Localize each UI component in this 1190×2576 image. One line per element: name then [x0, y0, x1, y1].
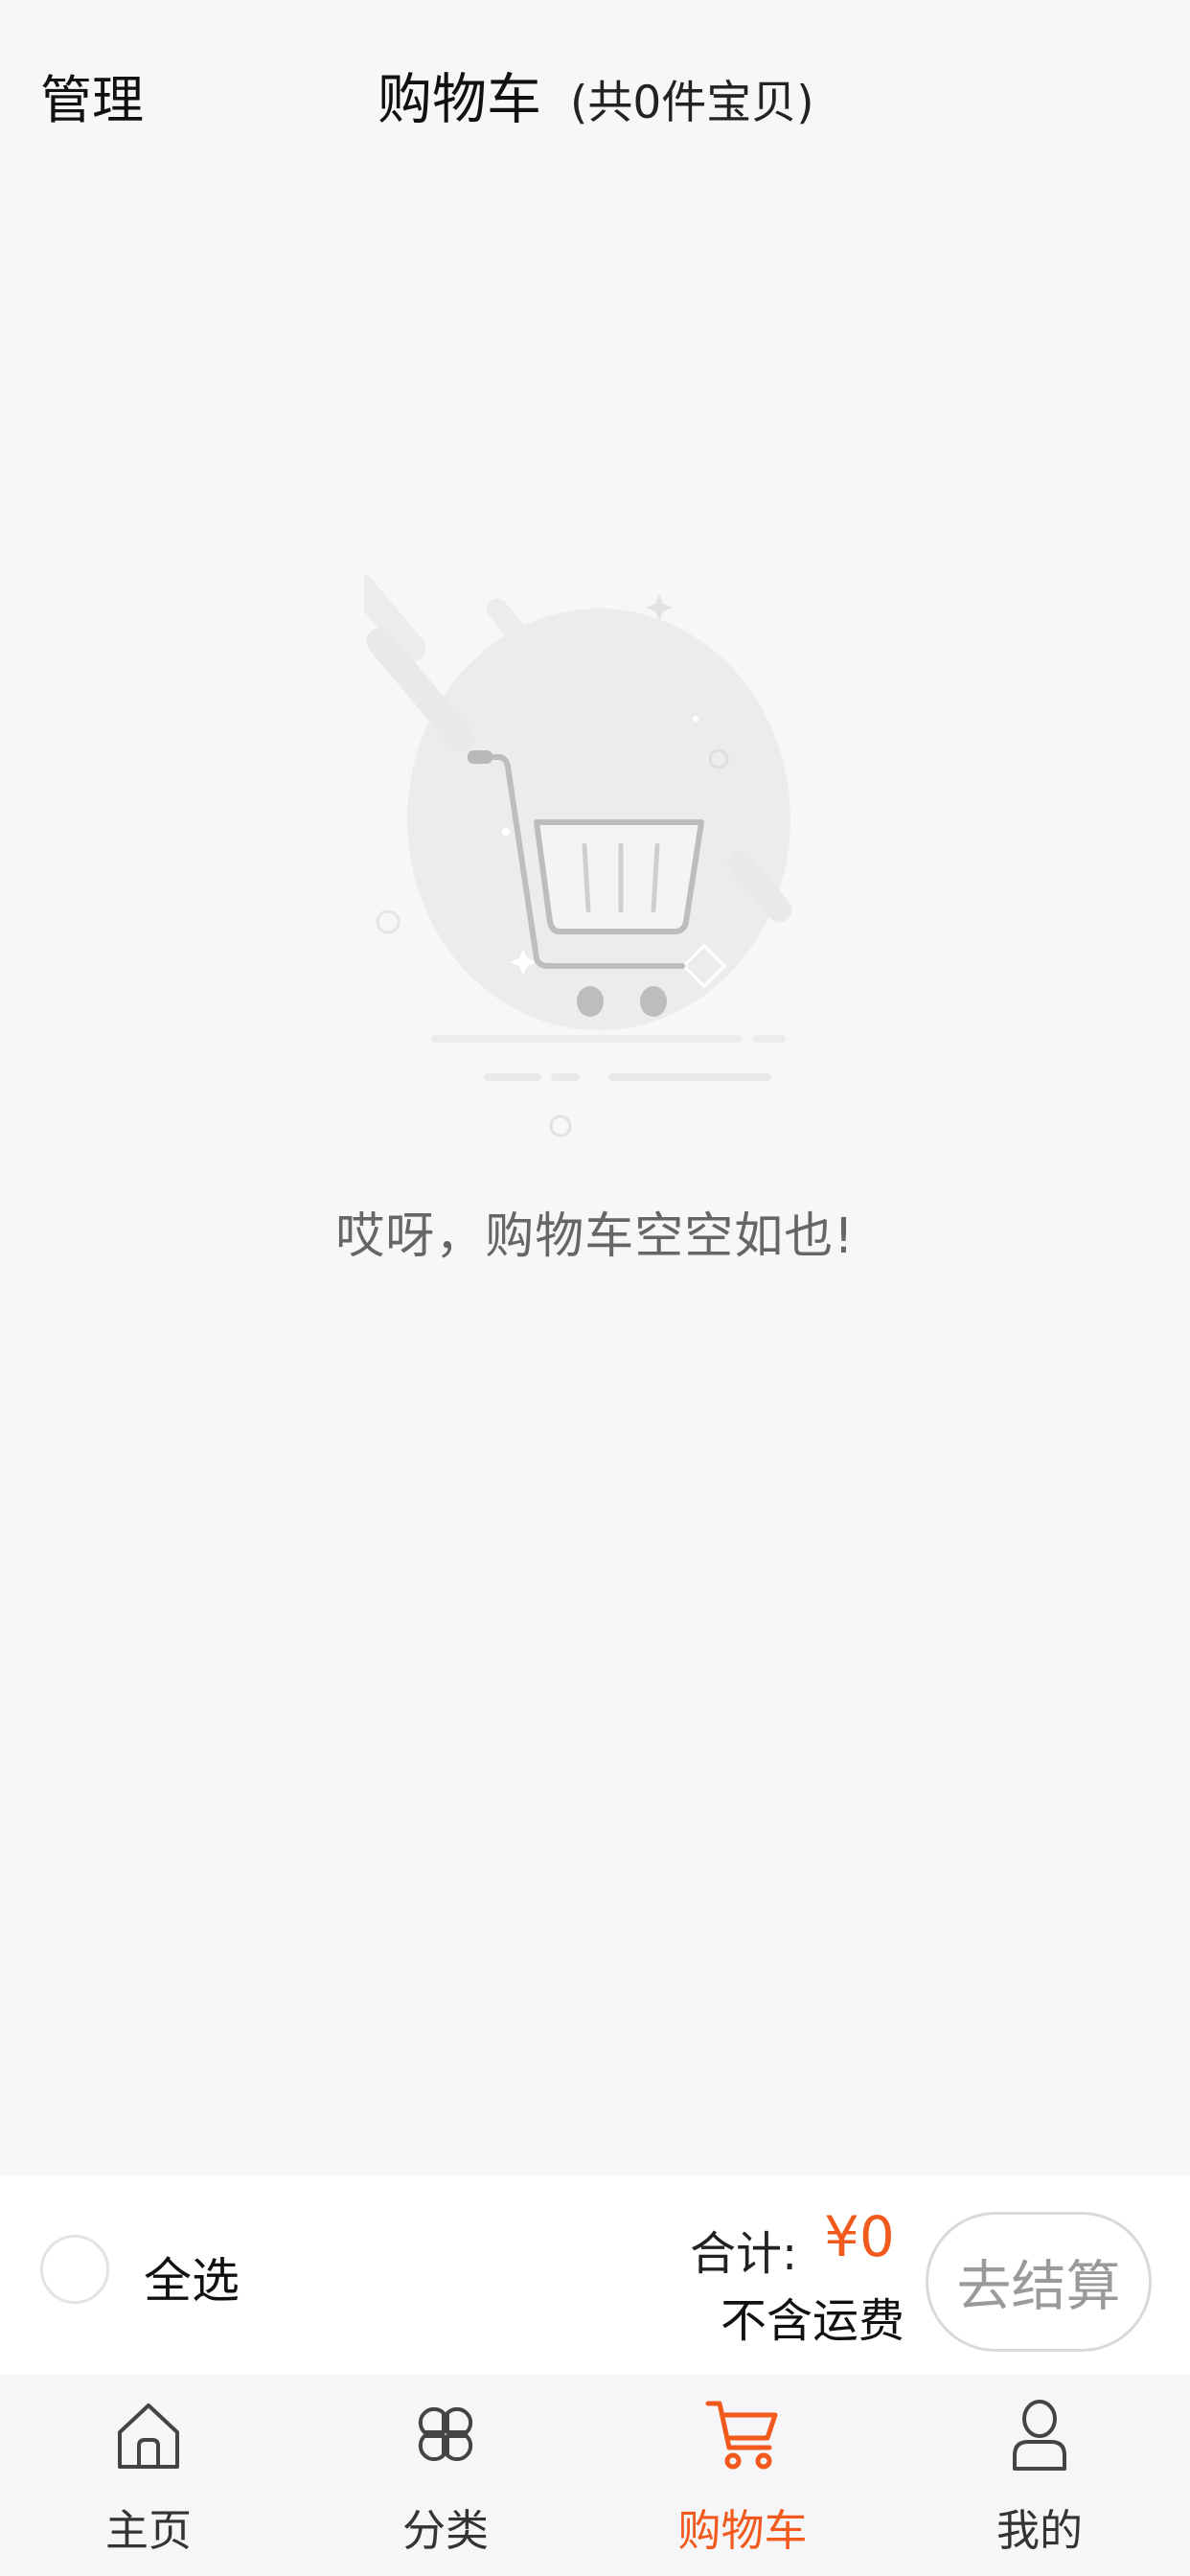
page-header: 购物车 (共0件宝贝): [378, 56, 814, 134]
select-all-checkbox[interactable]: [40, 2235, 109, 2304]
empty-cart-icon: [364, 575, 792, 1138]
tab-home[interactable]: 主页: [0, 2375, 297, 2576]
tab-cart[interactable]: 购物车: [594, 2375, 891, 2576]
total-amount: ¥0: [824, 2204, 895, 2269]
shipping-note: 不含运费: [721, 2294, 905, 2348]
home-icon: [118, 2404, 179, 2469]
page-title: 购物车: [378, 68, 541, 131]
cart-page: 管理 购物车 (共0件宝贝) 哎呀，购物车空空如也! 全选 合计: ¥0 不含运…: [0, 0, 1190, 2576]
bottom-tab-bar: 主页 分类 购物车 我的: [0, 2375, 1190, 2576]
tab-profile[interactable]: 我的: [891, 2375, 1188, 2576]
category-icon: [418, 2406, 473, 2462]
tab-category[interactable]: 分类: [297, 2375, 594, 2576]
tab-category-label: 分类: [401, 2505, 489, 2556]
total-label: 合计:: [690, 2227, 798, 2281]
cart-icon: [705, 2401, 778, 2470]
checkout-bar: 全选 合计: ¥0 不含运费 去结算: [0, 2175, 1190, 2375]
item-count: (共0件宝贝): [570, 77, 814, 129]
tab-home-label: 主页: [104, 2505, 192, 2556]
tab-cart-label: 购物车: [677, 2505, 808, 2556]
profile-icon: [1013, 2400, 1066, 2471]
empty-cart-message: 哎呀，购物车空空如也!: [335, 1208, 855, 1265]
manage-button[interactable]: 管理: [40, 58, 144, 133]
checkout-button[interactable]: 去结算: [926, 2212, 1152, 2352]
select-all-label[interactable]: 全选: [144, 2242, 240, 2312]
tab-profile-label: 我的: [995, 2505, 1083, 2556]
